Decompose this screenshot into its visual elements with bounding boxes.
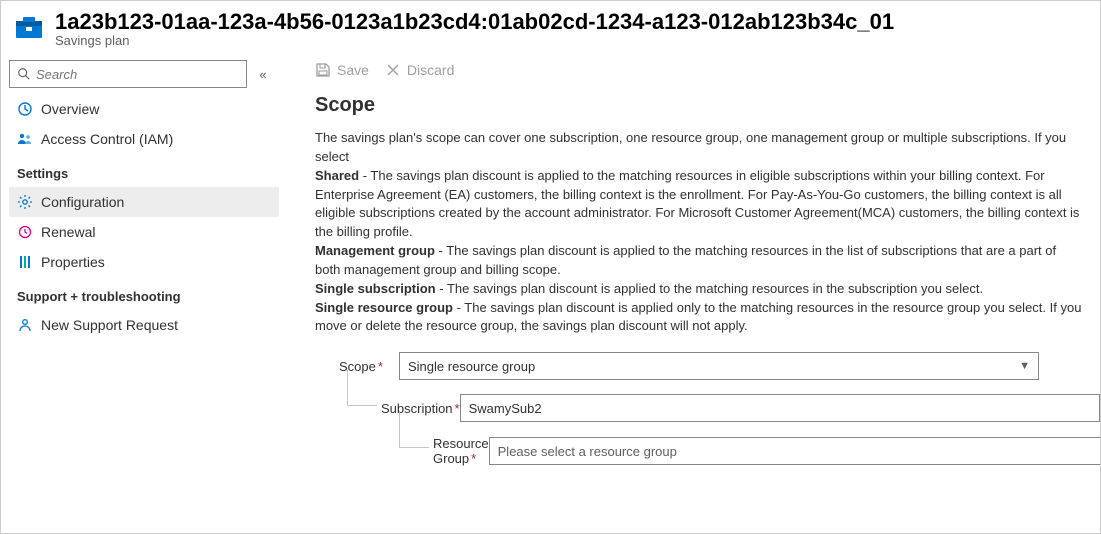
resource-group-placeholder: Please select a resource group <box>498 444 677 459</box>
scope-description: The savings plan's scope can cover one s… <box>315 129 1082 336</box>
scope-select-value: Single resource group <box>408 359 535 374</box>
sidebar-item-properties[interactable]: Properties <box>9 247 279 277</box>
sidebar-section-support: Support + troubleshooting <box>9 277 279 310</box>
toolbar-label: Save <box>337 62 369 78</box>
sidebar-item-label: Access Control (IAM) <box>41 131 173 147</box>
discard-icon <box>385 62 401 78</box>
scope-select[interactable]: Single resource group ▼ <box>399 352 1039 380</box>
toolbar: Save Discard <box>315 60 1082 94</box>
search-icon <box>16 66 32 82</box>
support-icon <box>17 317 33 333</box>
page-header: 1a23b123-01aa-123a-4b56-0123a1b23cd4:01a… <box>1 1 1100 54</box>
collapse-sidebar-button[interactable]: « <box>253 67 273 82</box>
sidebar-item-configuration[interactable]: Configuration <box>9 187 279 217</box>
tree-connector <box>399 412 429 448</box>
sidebar-item-label: New Support Request <box>41 317 178 333</box>
resource-group-label: Resource Group* <box>433 436 489 466</box>
sidebar-item-new-support-request[interactable]: New Support Request <box>9 310 279 340</box>
page-subtitle: Savings plan <box>55 33 1088 48</box>
discard-button[interactable]: Discard <box>385 62 454 78</box>
sidebar-item-access-control[interactable]: Access Control (IAM) <box>9 124 279 154</box>
search-input[interactable] <box>36 67 240 82</box>
sidebar: « Overview Access Control (IAM) Settings… <box>1 54 279 528</box>
properties-icon <box>17 254 33 270</box>
overview-icon <box>17 101 33 117</box>
save-button[interactable]: Save <box>315 62 369 78</box>
subscription-input[interactable]: SwamySub2 <box>460 394 1100 422</box>
people-icon <box>17 131 33 147</box>
page-title: 1a23b123-01aa-123a-4b56-0123a1b23cd4:01a… <box>55 9 1088 35</box>
section-heading: Scope <box>315 94 1082 117</box>
sidebar-item-overview[interactable]: Overview <box>9 94 279 124</box>
sidebar-item-label: Renewal <box>41 224 95 240</box>
toolbar-label: Discard <box>407 62 454 78</box>
search-box[interactable] <box>9 60 247 88</box>
sidebar-item-renewal[interactable]: Renewal <box>9 217 279 247</box>
sidebar-item-label: Properties <box>41 254 105 270</box>
scope-form: Scope* Single resource group ▼ Subscript… <box>315 352 1082 466</box>
savings-plan-icon <box>13 11 45 43</box>
tree-connector <box>347 370 377 406</box>
sidebar-item-label: Overview <box>41 101 99 117</box>
clock-icon <box>17 224 33 240</box>
save-icon <box>315 62 331 78</box>
chevron-down-icon: ▼ <box>1019 360 1030 372</box>
sidebar-section-settings: Settings <box>9 154 279 187</box>
gear-icon <box>17 194 33 210</box>
sidebar-item-label: Configuration <box>41 194 124 210</box>
subscription-value: SwamySub2 <box>469 401 542 416</box>
main-content: Save Discard Scope The savings plan's sc… <box>279 54 1100 528</box>
resource-group-select[interactable]: Please select a resource group ▼ <box>489 437 1100 465</box>
